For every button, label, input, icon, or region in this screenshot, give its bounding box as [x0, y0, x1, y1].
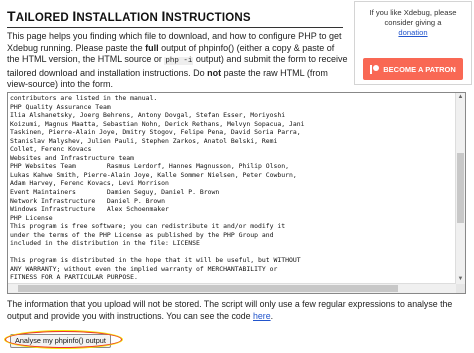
- textarea-line: Windows Infrastructure Alex Schoenmaker: [10, 205, 169, 214]
- patron-button-label: BECOME A PATRON: [383, 64, 456, 74]
- horizontal-scrollbar[interactable]: [8, 283, 456, 293]
- textarea-line: Stanislav Malyshev, Julien Pauli, Stephe…: [10, 136, 278, 145]
- textarea-line: Koizumi, Magnus Maatta, Sebastian Nohn, …: [10, 119, 305, 128]
- textarea-line: FITNESS FOR A PARTICULAR PURPOSE.: [10, 273, 138, 282]
- textarea-line: Websites and Infrastructure team: [10, 153, 135, 162]
- code-here-link[interactable]: here: [253, 311, 271, 321]
- intro-paragraph: This page helps you finding which file t…: [7, 31, 348, 90]
- footer-paragraph: The information that you upload will not…: [7, 299, 453, 321]
- textarea-line: Lukas Kahwe Smith, Pierre-Alain Joye, Ka…: [10, 170, 297, 179]
- textarea-line: PHP License: [10, 213, 53, 222]
- textarea-line: PHP Quality Assurance Team: [10, 102, 111, 111]
- vertical-scrollbar[interactable]: ▲ ▼: [455, 93, 465, 284]
- textarea-line: ANY WARRANTY; without even the implied w…: [10, 264, 278, 273]
- textarea-line: Taskinen, Pierre-Alain Joye, Dmitry Stog…: [10, 128, 301, 137]
- resize-handle-icon[interactable]: [456, 284, 465, 293]
- textarea-line: included in the distribution in the file…: [10, 239, 200, 248]
- textarea-line: Event Maintainers Damien Seguy, Daniel P…: [10, 188, 220, 197]
- textarea-line: PHP Websites Team Rasmus Lerdorf, Hannes…: [10, 162, 290, 171]
- scroll-up-icon[interactable]: ▲: [456, 93, 465, 102]
- textarea-line: contributors are listed in the manual.: [10, 94, 158, 102]
- textarea-line: Collet, Ferenc Kovacs: [10, 145, 92, 154]
- donation-link[interactable]: donation: [355, 28, 471, 38]
- textarea-line: This program is distributed in the hope …: [10, 256, 301, 265]
- textarea-line: Ilia Alshanetsky, Joerg Behrens, Antony …: [10, 111, 286, 120]
- scroll-down-icon[interactable]: ▼: [456, 275, 465, 284]
- donate-box: If you like Xdebug, please consider givi…: [354, 1, 472, 85]
- title-underline: [7, 27, 343, 28]
- become-patron-button[interactable]: BECOME A PATRON: [363, 58, 463, 80]
- php-i-code: php -i: [164, 57, 194, 66]
- textarea-line: This program is free software; you can r…: [10, 222, 286, 231]
- page-title: TAILORED INSTALLATION INSTRUCTIONS: [7, 8, 251, 24]
- textarea-line: Network Infrastructure Daniel P. Brown: [10, 196, 166, 205]
- textarea-line: under the terms of the PHP License as pu…: [10, 230, 274, 239]
- analyse-button[interactable]: Analyse my phpinfo() output: [10, 334, 111, 348]
- horizontal-scroll-thumb[interactable]: [18, 285, 398, 292]
- vertical-scroll-thumb[interactable]: [457, 153, 464, 223]
- donate-text: If you like Xdebug, please consider givi…: [369, 8, 457, 27]
- phpinfo-textarea[interactable]: contributors are listed in the manual. PH…: [7, 92, 466, 294]
- textarea-content[interactable]: contributors are listed in the manual. PH…: [8, 93, 456, 284]
- patreon-icon: [370, 64, 380, 74]
- textarea-line: [10, 248, 454, 257]
- textarea-line: Adam Harvey, Ferenc Kovacs, Levi Morriso…: [10, 179, 169, 188]
